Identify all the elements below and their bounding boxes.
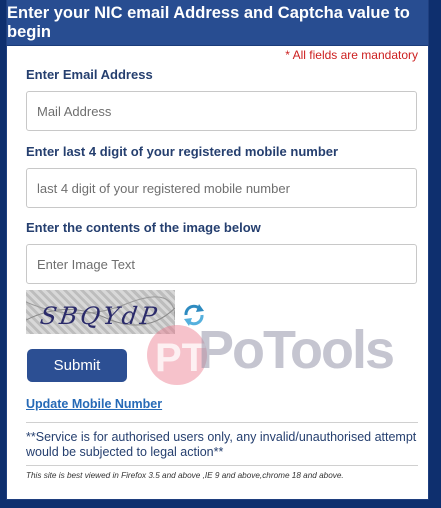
- browser-note: This site is best viewed in Firefox 3.5 …: [26, 471, 344, 480]
- mobile-label: Enter last 4 digit of your registered mo…: [26, 144, 339, 159]
- header-title: Enter your NIC email Address and Captcha…: [7, 3, 410, 41]
- mobile-digits-input[interactable]: [26, 168, 417, 208]
- email-label: Enter Email Address: [26, 67, 153, 82]
- login-panel: Enter your NIC email Address and Captcha…: [6, 0, 429, 500]
- email-input[interactable]: [26, 91, 417, 131]
- update-mobile-link[interactable]: Update Mobile Number: [26, 397, 162, 411]
- panel-header: Enter your NIC email Address and Captcha…: [7, 0, 428, 46]
- mandatory-note: * All fields are mandatory: [285, 48, 418, 62]
- watermark-text: PoTools: [198, 320, 395, 380]
- legal-notice: **Service is for authorised users only, …: [26, 430, 417, 459]
- divider: [26, 422, 418, 423]
- captcha-label: Enter the contents of the image below: [26, 220, 261, 235]
- divider: [26, 465, 418, 466]
- potools-watermark: PT PoTools: [143, 315, 395, 393]
- captcha-input[interactable]: [26, 244, 417, 284]
- submit-button[interactable]: Submit: [27, 349, 127, 382]
